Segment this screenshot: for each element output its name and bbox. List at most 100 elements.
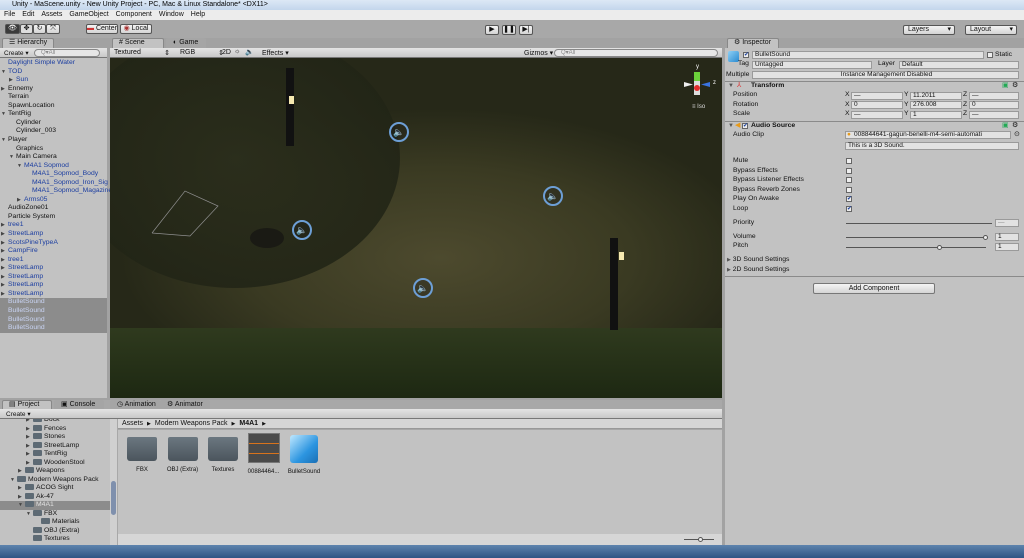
scale-y-field[interactable]: 1: [910, 110, 962, 119]
position-y-field[interactable]: 11.2011: [910, 91, 962, 100]
folder-tree-item[interactable]: Materials: [0, 518, 110, 527]
expand-arrow-icon[interactable]: ▶: [26, 459, 33, 468]
expand-arrow-icon[interactable]: ▶: [1, 230, 8, 239]
hierarchy-item[interactable]: ▼ TentRig: [0, 110, 107, 119]
audio-source-gizmo[interactable]: 🔈: [413, 278, 433, 298]
expand-arrow-icon[interactable]: ▶: [17, 196, 24, 205]
pitch-slider[interactable]: [846, 247, 986, 248]
priority-slider[interactable]: [846, 223, 992, 224]
position-z-field[interactable]: —: [969, 91, 1019, 100]
object-name-field[interactable]: BulletSound: [752, 51, 984, 59]
hierarchy-item[interactable]: Particle System: [0, 213, 107, 222]
project-tree-scrollbar[interactable]: [110, 419, 117, 545]
expand-arrow-icon[interactable]: ▶: [1, 221, 8, 230]
menu-help[interactable]: Help: [191, 11, 205, 18]
pause-button[interactable]: ❚❚: [502, 25, 516, 35]
hierarchy-item[interactable]: ▶ StreetLamp: [0, 281, 107, 290]
audio-source-gizmo[interactable]: 🔈: [292, 220, 312, 240]
expand-arrow-icon[interactable]: ▶: [1, 281, 8, 290]
hierarchy-item[interactable]: M4A1_Sopmod_Body: [0, 170, 107, 179]
expand-arrow-icon[interactable]: ▶: [1, 264, 8, 273]
hierarchy-item[interactable]: ▶ tree1: [0, 256, 107, 265]
3d-sound-settings-foldout[interactable]: ▶ 3D Sound Settings: [727, 256, 789, 264]
expand-arrow-icon[interactable]: ▶: [9, 76, 16, 85]
hierarchy-search[interactable]: Q▾All: [34, 49, 100, 57]
hierarchy-item[interactable]: ▼ M4A1 Sopmod: [0, 162, 107, 171]
channel-dropdown[interactable]: RGB ⇕: [180, 49, 224, 57]
asset-item[interactable]: 00884464...: [244, 433, 284, 475]
expand-arrow-icon[interactable]: ▼: [1, 136, 8, 145]
hierarchy-item[interactable]: ▼ Main Camera: [0, 153, 107, 162]
expand-arrow-icon[interactable]: ▶: [26, 433, 33, 442]
component-settings-icon[interactable]: ⚙: [1012, 82, 1018, 90]
folder-tree-item[interactable]: Textures: [0, 535, 110, 544]
folder-tree-item[interactable]: ▶ Ak-47: [0, 492, 110, 502]
hierarchy-item[interactable]: ▼ TOD: [0, 68, 107, 77]
audio-foldout-arrow[interactable]: ▼: [728, 122, 734, 130]
icon-size-knob[interactable]: [698, 537, 703, 542]
volume-slider[interactable]: [846, 237, 986, 238]
pitch-field[interactable]: 1: [995, 243, 1019, 251]
expand-arrow-icon[interactable]: ▶: [1, 85, 8, 94]
gizmos-dropdown[interactable]: Gizmos ▾: [524, 49, 553, 57]
expand-arrow-icon[interactable]: ▶: [1, 290, 8, 299]
hierarchy-item[interactable]: Terrain: [0, 93, 107, 102]
active-checkbox[interactable]: ✔: [743, 52, 749, 58]
hierarchy-item[interactable]: Cylinder_003: [0, 127, 107, 136]
folder-tree-item[interactable]: ▼ M4A1: [0, 501, 110, 510]
expand-arrow-icon[interactable]: ▼: [10, 476, 17, 485]
hierarchy-item[interactable]: Cylinder: [0, 119, 107, 128]
folder-tree-item[interactable]: ▶ ACOG Sight: [0, 484, 110, 493]
folder-tree-item[interactable]: ▶ TentRig: [0, 450, 110, 459]
expand-arrow-icon[interactable]: ▶: [18, 484, 25, 493]
expand-arrow-icon[interactable]: ▶: [18, 493, 25, 502]
hierarchy-item[interactable]: SpawnLocation: [0, 102, 107, 111]
scale-tool-button[interactable]: ⤧: [46, 24, 60, 34]
folder-tree-item[interactable]: ▶ WoodenStool: [0, 458, 110, 468]
scene-orientation-gizmo[interactable]: y z ≡ Iso: [684, 64, 720, 114]
bypass-listener-effects-checkbox[interactable]: [846, 177, 852, 184]
pitch-slider-knob[interactable]: [936, 245, 942, 250]
expand-arrow-icon[interactable]: ▶: [26, 450, 33, 459]
move-tool-button[interactable]: ✥: [20, 24, 33, 34]
folder-tree-item[interactable]: ▼ Modern Weapons Pack: [0, 475, 110, 485]
hierarchy-item[interactable]: AudioZone01: [0, 204, 107, 213]
loop-checkbox[interactable]: ✔: [846, 206, 852, 212]
expand-arrow-icon[interactable]: ▶: [1, 256, 8, 265]
audio-enabled-checkbox[interactable]: ✔: [742, 123, 748, 129]
add-component-button[interactable]: Add Component: [813, 283, 935, 294]
tab-console[interactable]: ▣ Console: [54, 400, 104, 409]
hierarchy-item[interactable]: ▶ StreetLamp: [0, 264, 107, 273]
hierarchy-item[interactable]: BulletSound: [0, 324, 107, 333]
scale-x-field[interactable]: —: [851, 110, 903, 119]
asset-item[interactable]: Textures: [203, 437, 243, 473]
expand-arrow-icon[interactable]: ▶: [1, 239, 8, 248]
folder-tree-item[interactable]: ▶ Fences: [0, 424, 110, 434]
hierarchy-item[interactable]: M4A1_Sopmod_Magazine: [0, 187, 112, 196]
hierarchy-item[interactable]: ▶ tree1: [0, 221, 107, 230]
hierarchy-item[interactable]: M4A1_Sopmod_Iron_Sig: [0, 179, 108, 188]
audio-source-gizmo[interactable]: 🔈: [389, 122, 409, 142]
hierarchy-item[interactable]: BulletSound: [0, 298, 107, 307]
hierarchy-item[interactable]: ▶ Ennemy: [0, 85, 107, 94]
expand-arrow-icon[interactable]: ▶: [26, 442, 33, 451]
folder-tree-item[interactable]: ▶ Stones: [0, 433, 110, 442]
expand-arrow-icon[interactable]: ▶: [1, 273, 8, 282]
2d-toggle[interactable]: 2D: [222, 49, 231, 56]
position-x-field[interactable]: —: [851, 91, 903, 100]
transform-foldout-arrow[interactable]: ▼: [728, 82, 734, 90]
hierarchy-item[interactable]: ▶ Sun: [0, 76, 107, 85]
component-settings-icon[interactable]: ⚙: [1012, 122, 1018, 130]
layers-dropdown[interactable]: Layers ▾: [903, 25, 955, 35]
expand-arrow-icon[interactable]: ▼: [17, 162, 24, 171]
project-create-button[interactable]: Create ▾: [6, 410, 31, 418]
tab-animator[interactable]: ⚙ Animator: [160, 400, 210, 409]
expand-arrow-icon[interactable]: ▼: [26, 510, 33, 519]
hierarchy-item[interactable]: ▶ ScotsPineTypeA: [0, 239, 107, 248]
layout-dropdown[interactable]: Layout ▾: [965, 25, 1017, 35]
audio-clip-field[interactable]: ● 008844641-gagun-benelli-m4-semi-automat…: [845, 131, 1011, 139]
tab-game[interactable]: ◐ Game: [166, 38, 206, 48]
tab-scene[interactable]: # Scene: [112, 38, 164, 48]
asset-item[interactable]: BulletSound: [284, 435, 324, 475]
layer-dropdown[interactable]: Default: [899, 61, 1019, 69]
